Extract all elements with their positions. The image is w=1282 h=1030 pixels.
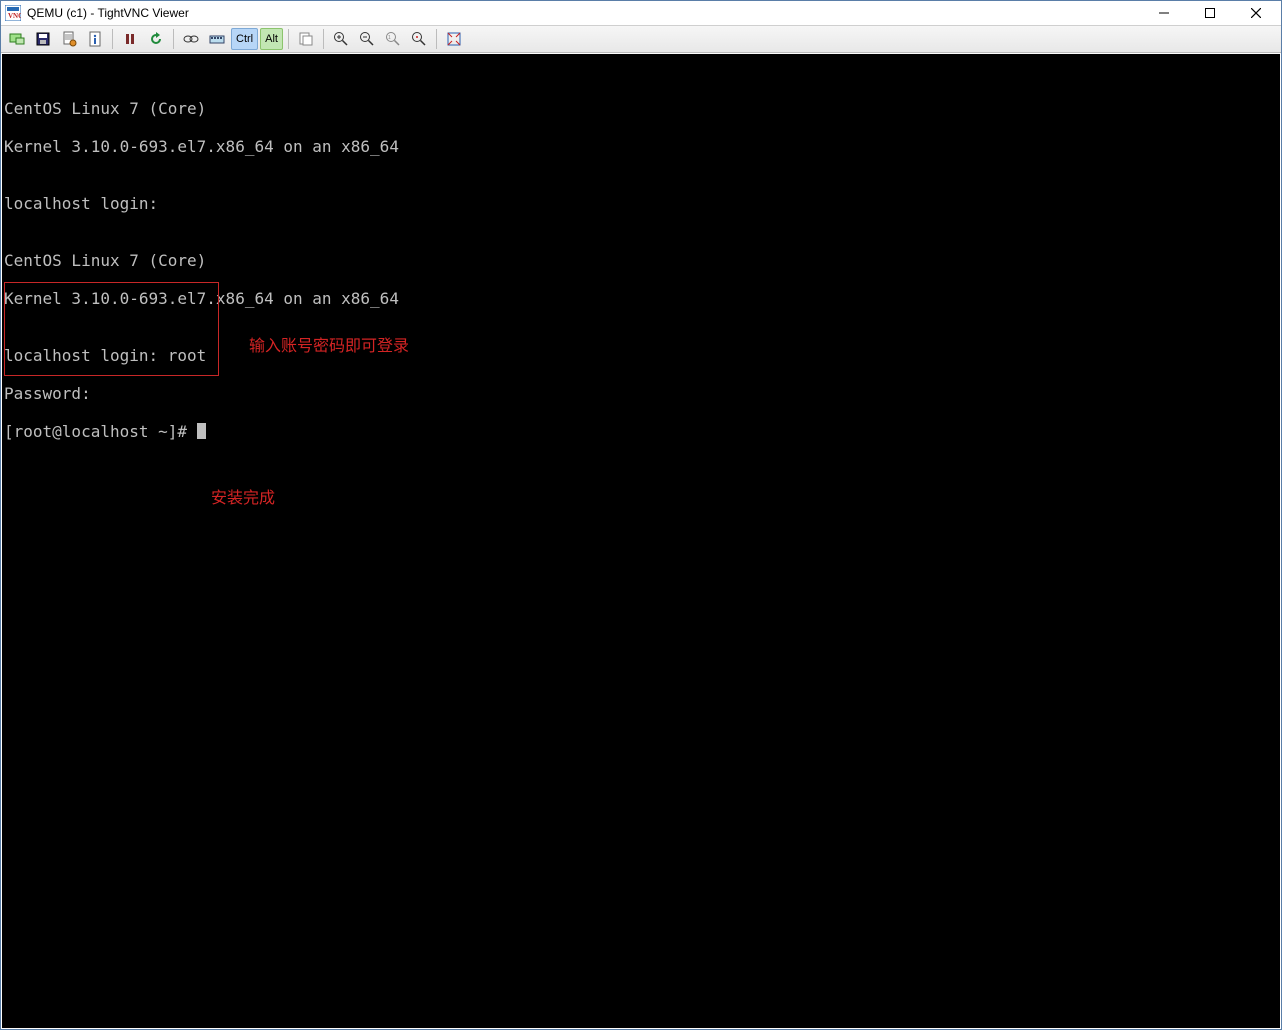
alt-toggle-button[interactable]: Alt [260, 28, 283, 50]
refresh-button[interactable] [144, 28, 168, 50]
toolbar-separator [323, 29, 324, 49]
titlebar: VNC QEMU (c1) - TightVNC Viewer [1, 1, 1281, 25]
toolbar-separator [436, 29, 437, 49]
connection-info-button[interactable] [83, 28, 107, 50]
terminal-line: CentOS Linux 7 (Core) [4, 251, 1278, 270]
terminal-prompt-line: [root@localhost ~]# [4, 422, 1278, 441]
toolbar-separator [288, 29, 289, 49]
app-icon: VNC [5, 5, 21, 21]
fullscreen-button[interactable] [442, 28, 466, 50]
terminal[interactable]: CentOS Linux 7 (Core) Kernel 3.10.0-693.… [2, 54, 1280, 1028]
window-title: QEMU (c1) - TightVNC Viewer [27, 6, 189, 20]
terminal-line: Kernel 3.10.0-693.el7.x86_64 on an x86_6… [4, 137, 1278, 156]
options-button[interactable] [57, 28, 81, 50]
pause-button[interactable] [118, 28, 142, 50]
shell-prompt: [root@localhost ~]# [4, 422, 197, 441]
zoom-100-button[interactable]: 1 [381, 28, 405, 50]
toolbar-separator [173, 29, 174, 49]
ctrl-alt-del-button[interactable] [179, 28, 203, 50]
save-button[interactable] [31, 28, 55, 50]
maximize-button[interactable] [1187, 1, 1233, 25]
cursor-icon [197, 423, 206, 439]
svg-text:VNC: VNC [8, 12, 21, 20]
terminal-line: Password: [4, 384, 1278, 403]
zoom-out-button[interactable] [355, 28, 379, 50]
svg-text:1: 1 [388, 35, 391, 41]
send-keys-button[interactable] [205, 28, 229, 50]
terminal-line: localhost login: [4, 194, 1278, 213]
annotation-install-done: 安装完成 [211, 489, 275, 508]
new-connection-button[interactable] [5, 28, 29, 50]
remote-framebuffer[interactable]: CentOS Linux 7 (Core) Kernel 3.10.0-693.… [1, 53, 1281, 1029]
file-transfer-button[interactable] [294, 28, 318, 50]
close-button[interactable] [1233, 1, 1279, 25]
vnc-window: VNC QEMU (c1) - TightVNC Viewer [0, 0, 1282, 1030]
terminal-line: CentOS Linux 7 (Core) [4, 99, 1278, 118]
zoom-auto-button[interactable] [407, 28, 431, 50]
toolbar: Ctrl Alt 1 [1, 25, 1281, 53]
terminal-line: Kernel 3.10.0-693.el7.x86_64 on an x86_6… [4, 289, 1278, 308]
minimize-button[interactable] [1141, 1, 1187, 25]
zoom-in-button[interactable] [329, 28, 353, 50]
ctrl-toggle-button[interactable]: Ctrl [231, 28, 258, 50]
terminal-line: localhost login: root [4, 346, 1278, 365]
toolbar-separator [112, 29, 113, 49]
annotation-login-hint: 输入账号密码即可登录 [249, 337, 409, 356]
